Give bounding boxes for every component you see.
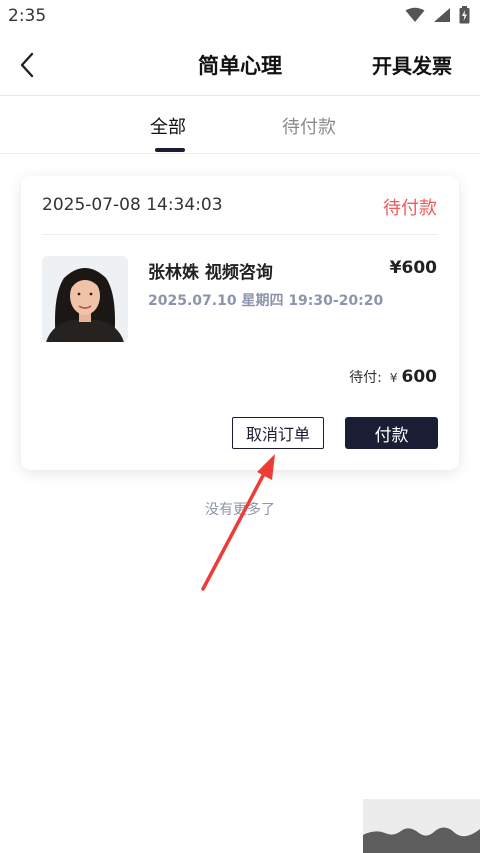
pay-button[interactable]: 付款: [345, 417, 438, 449]
card-divider: [42, 234, 438, 235]
tab-pending-payment[interactable]: 待付款: [282, 113, 336, 139]
order-created-time: 2025-07-08 14:34:03: [42, 195, 223, 215]
order-card[interactable]: 2025-07-08 14:34:03 待付款 张林姝 视频咨询 ¥600 20…: [21, 176, 459, 470]
back-arrow-icon: [20, 52, 34, 78]
status-bar: 2:35: [0, 0, 480, 34]
back-button[interactable]: [10, 48, 44, 82]
tab-all[interactable]: 全部: [150, 113, 186, 139]
wifi-icon: [405, 7, 425, 22]
item-price: ¥600: [389, 258, 437, 278]
item-title: 张林姝 视频咨询: [148, 263, 273, 283]
corner-thumbnail: [363, 799, 480, 853]
amount-due-row: 待付: ¥ 600: [349, 367, 437, 387]
order-tabs: 全部 待付款: [0, 97, 480, 154]
status-time: 2:35: [8, 6, 47, 26]
signal-icon: [434, 8, 450, 22]
order-status-badge: 待付款: [383, 198, 437, 219]
amount-due-label: 待付:: [349, 370, 382, 386]
issue-invoice-button[interactable]: 开具发票: [372, 50, 452, 79]
counselor-avatar: [42, 256, 128, 342]
active-tab-indicator: [155, 148, 185, 152]
item-schedule: 2025.07.10 星期四 19:30-20:20: [148, 293, 384, 309]
amount-due-currency: ¥: [389, 371, 398, 385]
amount-due-value: 600: [401, 367, 438, 387]
cancel-order-button[interactable]: 取消订单: [232, 417, 324, 449]
battery-icon: [459, 6, 470, 24]
no-more-text: 没有更多了: [205, 502, 275, 518]
nav-bar: 简单心理 开具发票: [0, 34, 480, 96]
status-icons: [405, 6, 470, 24]
